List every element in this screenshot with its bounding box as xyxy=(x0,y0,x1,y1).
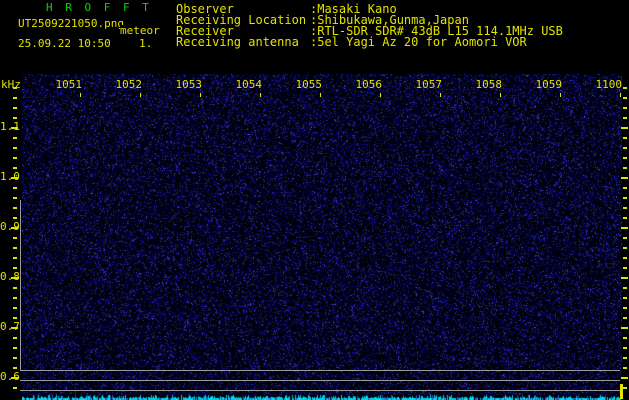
time-tick-label: 1051 xyxy=(55,78,83,91)
time-tick-label: 1054 xyxy=(235,78,263,91)
current-time-marker xyxy=(620,384,623,399)
freq-tick-mark-right xyxy=(623,117,627,119)
time-tick-label: 1052 xyxy=(115,78,143,91)
freq-tick-mark-right xyxy=(623,267,627,269)
freq-tick-mark-right xyxy=(621,327,628,329)
freq-tick-label: 0.6 xyxy=(0,370,20,383)
freq-tick-mark-right xyxy=(623,387,627,389)
freq-tick-mark-right xyxy=(623,157,627,159)
freq-tick-mark-right xyxy=(621,277,628,279)
freq-tick-mark-right xyxy=(621,127,628,129)
freq-tick-mark-left xyxy=(13,207,17,209)
level-strip-lower-line xyxy=(20,390,620,391)
freq-tick-mark-left xyxy=(13,257,17,259)
freq-tick-mark-left xyxy=(13,107,17,109)
freq-unit-label: kHz xyxy=(1,78,21,91)
freq-tick-mark-left xyxy=(13,187,17,189)
freq-tick-mark-right xyxy=(623,337,627,339)
time-tick-label: 1059 xyxy=(535,78,563,91)
freq-tick-mark-left xyxy=(13,337,17,339)
freq-tick-label: 1.0 xyxy=(0,170,20,183)
freq-tick-label: 0.9 xyxy=(0,220,20,233)
time-tick-mark xyxy=(80,93,81,97)
freq-tick-mark-left xyxy=(13,267,17,269)
freq-tick-mark-right xyxy=(623,237,627,239)
freq-tick-mark-left xyxy=(13,137,17,139)
time-tick-mark xyxy=(380,93,381,97)
freq-tick-mark-right xyxy=(623,207,627,209)
freq-tick-mark-left xyxy=(13,347,17,349)
freq-tick-mark-right xyxy=(623,287,627,289)
freq-tick-mark-left xyxy=(13,97,17,99)
time-tick-mark xyxy=(260,93,261,97)
freq-tick-mark-left xyxy=(13,117,17,119)
time-tick-label: 1055 xyxy=(295,78,323,91)
time-tick-mark xyxy=(440,93,441,97)
plot-left-border-line xyxy=(20,200,21,370)
app-title: H R O F F T xyxy=(46,1,152,14)
freq-tick-mark-left xyxy=(13,297,17,299)
freq-tick-mark-right xyxy=(621,177,628,179)
freq-tick-mark-right xyxy=(623,87,627,89)
mode-label: meteor xyxy=(120,24,160,37)
freq-tick-mark-right xyxy=(623,217,627,219)
time-tick-mark xyxy=(500,93,501,97)
time-tick-mark xyxy=(320,93,321,97)
time-tick-label: 1056 xyxy=(355,78,383,91)
time-tick-mark xyxy=(200,93,201,97)
freq-tick-mark-right xyxy=(623,107,627,109)
time-tick-mark xyxy=(560,93,561,97)
frame-counter: 1. xyxy=(139,37,153,50)
level-strip-upper-line xyxy=(20,380,620,381)
freq-tick-mark-right xyxy=(623,347,627,349)
freq-tick-label: 1.1 xyxy=(0,120,20,133)
freq-tick-mark-right xyxy=(621,377,628,379)
freq-tick-mark-right xyxy=(621,227,628,229)
time-tick-mark xyxy=(620,93,621,97)
frame-datetime: 25.09.22 10:50 xyxy=(18,37,111,50)
freq-tick-mark-right xyxy=(623,317,627,319)
freq-tick-mark-right xyxy=(623,367,627,369)
time-tick-mark xyxy=(140,93,141,97)
freq-tick-mark-right xyxy=(623,197,627,199)
time-tick-label: 1058 xyxy=(475,78,503,91)
freq-tick-mark-left xyxy=(13,287,17,289)
freq-tick-mark-left xyxy=(13,357,17,359)
info-label: Receiving antenna xyxy=(176,35,299,49)
spectrogram-canvas xyxy=(22,74,622,400)
freq-tick-mark-right xyxy=(623,297,627,299)
freq-tick-mark-left xyxy=(13,147,17,149)
time-tick-label: 1053 xyxy=(175,78,203,91)
freq-tick-mark-right xyxy=(623,137,627,139)
freq-tick-mark-right xyxy=(623,247,627,249)
freq-tick-mark-right xyxy=(623,147,627,149)
freq-tick-mark-left xyxy=(13,167,17,169)
info-value: :5el Yagi Az 20 for Aomori VOR xyxy=(310,35,527,49)
time-tick-label: 1100 xyxy=(595,78,623,91)
freq-tick-mark-left xyxy=(13,317,17,319)
output-filename: UT2509221050.png xyxy=(18,17,124,30)
freq-tick-mark-right xyxy=(623,307,627,309)
freq-tick-mark-left xyxy=(13,387,17,389)
freq-tick-mark-left xyxy=(13,307,17,309)
spectrogram-bottom-line xyxy=(20,370,620,371)
freq-tick-mark-right xyxy=(623,167,627,169)
freq-tick-mark-right xyxy=(623,97,627,99)
freq-tick-mark-left xyxy=(13,157,17,159)
freq-tick-mark-right xyxy=(623,257,627,259)
freq-tick-mark-left xyxy=(13,247,17,249)
freq-tick-mark-left xyxy=(13,367,17,369)
freq-tick-mark-left xyxy=(13,217,17,219)
freq-tick-mark-left xyxy=(13,197,17,199)
time-tick-label: 1057 xyxy=(415,78,443,91)
freq-tick-mark-left xyxy=(13,237,17,239)
hrofft-frame: H R O F F T UT2509221050.png meteor 25.0… xyxy=(0,0,629,400)
freq-tick-label: 0.8 xyxy=(0,270,20,283)
freq-tick-label: 0.7 xyxy=(0,320,20,333)
freq-tick-mark-right xyxy=(623,357,627,359)
freq-tick-mark-right xyxy=(623,187,627,189)
